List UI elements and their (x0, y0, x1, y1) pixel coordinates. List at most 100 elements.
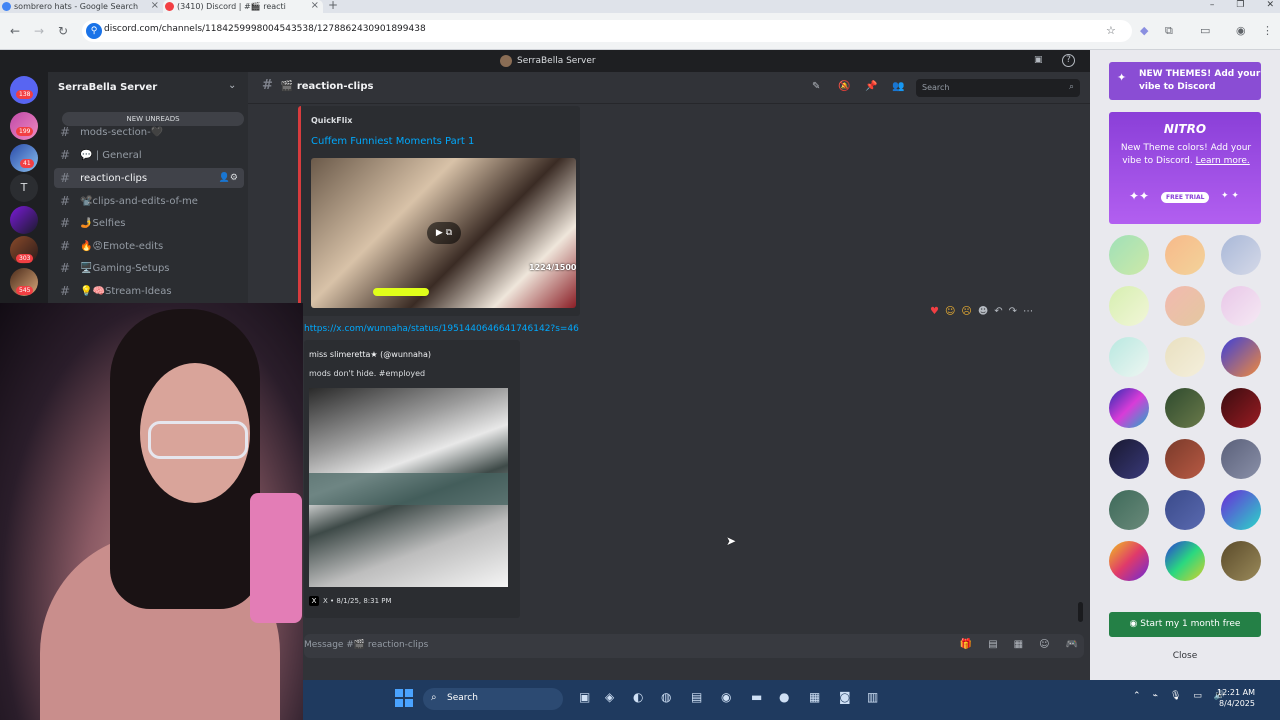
discord-icon[interactable]: ◙ (839, 690, 851, 704)
theme-color-swatch[interactable] (1221, 439, 1261, 479)
channel-reaction-clips[interactable]: # reaction-clips 👤⚙ (54, 168, 244, 188)
theme-color-swatch[interactable] (1165, 235, 1205, 275)
site-info-icon[interactable]: ⚲ (86, 23, 102, 39)
message-link[interactable]: https://x.com/wunnaha/status/19514406466… (304, 324, 579, 334)
minimize-icon[interactable]: – (1210, 0, 1215, 10)
profile-icon[interactable]: ◉ (1236, 24, 1246, 37)
video-thumbnail[interactable]: ▶ ⧉ 1224/1500 (311, 158, 576, 308)
gif-icon[interactable]: ▤ (988, 639, 997, 650)
chevron-down-icon[interactable]: ⌄ (228, 80, 236, 91)
theme-color-swatch[interactable] (1221, 388, 1261, 428)
theme-color-swatch[interactable] (1165, 541, 1205, 581)
extension-icon[interactable]: ◆ (1140, 24, 1148, 37)
reload-icon[interactable]: ↻ (58, 24, 68, 38)
theme-color-swatch[interactable] (1221, 286, 1261, 326)
theme-color-swatch[interactable] (1109, 490, 1149, 530)
teams-icon[interactable]: ▤ (691, 690, 702, 704)
reply-icon[interactable]: ↶ (994, 306, 1002, 317)
message-composer[interactable]: Message #🎬 reaction-clips 🎁 ▤ ▦ ☺ 🎮 (304, 634, 1084, 658)
calculator-icon[interactable]: ▦ (809, 690, 820, 704)
browser-tab-discord[interactable]: (3410) Discord | #🎬 reacti × (163, 0, 323, 13)
scrollbar-thumb[interactable] (1078, 602, 1083, 622)
channel-gaming-setups[interactable]: # 🖥️Gaming-Setups (54, 258, 244, 278)
taskbar-clock[interactable]: 12:21 AM 8/4/2025 (1217, 687, 1255, 709)
theme-color-swatch[interactable] (1221, 235, 1261, 275)
theme-color-swatch[interactable] (1165, 439, 1205, 479)
close-button[interactable]: Close (1109, 646, 1261, 666)
theme-color-swatch[interactable] (1109, 439, 1149, 479)
url-text[interactable]: discord.com/channels/1184259998004543538… (104, 24, 426, 34)
server-icon[interactable] (10, 206, 38, 234)
copilot-icon[interactable]: ◈ (605, 690, 614, 704)
laughing-reaction-icon[interactable]: ☺ (945, 306, 955, 317)
notepad-icon[interactable]: ▥ (867, 690, 878, 704)
edge-icon[interactable]: ◐ (633, 690, 643, 704)
windows-start-icon[interactable] (395, 689, 413, 707)
side-panel-icon[interactable]: ▭ (1200, 24, 1210, 37)
microphone-icon[interactable]: 🎙 (1170, 691, 1181, 701)
sticker-icon[interactable]: ▦ (1014, 639, 1023, 650)
channel-emote-edits[interactable]: # 🔥😡Emote-edits (54, 236, 244, 256)
server-name[interactable]: SerraBella Server (58, 82, 157, 93)
apps-icon[interactable]: 🎮 (1066, 639, 1078, 650)
task-view-icon[interactable]: ▣ (579, 690, 590, 704)
add-reaction-icon[interactable]: ☻ (978, 306, 988, 317)
theme-color-swatch[interactable] (1165, 388, 1205, 428)
obs-icon[interactable]: ● (779, 690, 789, 704)
theme-color-swatch[interactable] (1109, 337, 1149, 377)
theme-color-swatch[interactable] (1109, 286, 1149, 326)
help-icon[interactable]: ? (1062, 54, 1075, 67)
close-tab-icon[interactable]: × (151, 0, 159, 11)
server-icon-letter[interactable]: T (10, 174, 38, 202)
more-options-icon[interactable]: ⋯ (1023, 306, 1033, 317)
theme-color-swatch[interactable] (1109, 541, 1149, 581)
channel-stream-ideas[interactable]: # 💡🧠Stream-Ideas (54, 281, 244, 301)
learn-more-link[interactable]: Learn more. (1196, 156, 1250, 166)
close-window-icon[interactable]: ✕ (1266, 0, 1274, 10)
embed-image[interactable] (309, 388, 508, 587)
start-free-trial-button[interactable]: ◉ Start my 1 month free (1109, 612, 1261, 637)
gift-icon[interactable]: 🎁 (960, 639, 972, 650)
heart-reaction-icon[interactable]: ♥ (930, 306, 939, 317)
member-list-icon[interactable]: 👥 (892, 81, 904, 92)
theme-color-swatch[interactable] (1109, 235, 1149, 275)
restore-icon[interactable]: ❐ (1236, 0, 1244, 10)
chrome-icon[interactable]: ◉ (721, 690, 731, 704)
steam-icon[interactable]: ◍ (661, 690, 671, 704)
network-icon[interactable]: ⌁ (1153, 691, 1158, 701)
bookmark-star-icon[interactable]: ☆ (1106, 24, 1116, 37)
display-icon[interactable]: ▭ (1193, 691, 1202, 701)
theme-color-swatch[interactable] (1221, 337, 1261, 377)
embed-author[interactable]: miss slimeretta★ (@wunnaha) (309, 350, 431, 359)
pinned-messages-icon[interactable]: 📌 (865, 81, 877, 92)
channel-general[interactable]: # 💬 | General (54, 145, 244, 165)
crying-reaction-icon[interactable]: ☹ (961, 306, 971, 317)
theme-color-swatch[interactable] (1165, 337, 1205, 377)
back-icon[interactable]: ← (10, 24, 20, 38)
theme-color-swatch[interactable] (1165, 286, 1205, 326)
inbox-icon[interactable]: ▣ (1034, 55, 1043, 65)
chevron-up-icon[interactable]: ⌃ (1133, 691, 1141, 701)
taskbar-search-input[interactable]: ⌕ Search (423, 688, 563, 710)
theme-color-swatch[interactable] (1221, 541, 1261, 581)
new-themes-banner[interactable]: ✦ NEW THEMES! Add your vibe to Discord (1109, 62, 1261, 100)
close-tab-icon[interactable]: × (311, 0, 319, 11)
notification-bell-icon[interactable]: 🔕 (838, 81, 850, 92)
theme-color-swatch[interactable] (1109, 388, 1149, 428)
address-bar[interactable]: ⚲ discord.com/channels/11842599980045435… (82, 20, 1132, 42)
message-input[interactable]: Message #🎬 reaction-clips (304, 640, 428, 650)
threads-icon[interactable]: ✎ (812, 81, 820, 92)
theme-color-swatch[interactable] (1221, 490, 1261, 530)
extensions-puzzle-icon[interactable]: ⧉ (1165, 24, 1173, 38)
browser-tab-google[interactable]: sombrero hats - Google Search × (0, 0, 163, 13)
channel-clips-and-edits[interactable]: # 📽️clips-and-edits-of-me (54, 191, 244, 211)
menu-kebab-icon[interactable]: ⋮ (1262, 24, 1273, 37)
forward-icon[interactable]: ↷ (1009, 306, 1017, 317)
channel-selfies[interactable]: # 🤳Selfies (54, 213, 244, 233)
theme-color-swatch[interactable] (1165, 490, 1205, 530)
forward-icon[interactable]: → (34, 24, 44, 38)
channel-mods-section[interactable]: # mods-section-🖤 (54, 124, 244, 140)
play-icon[interactable]: ▶ ⧉ (427, 222, 461, 244)
file-explorer-icon[interactable]: ▬ (751, 690, 762, 704)
search-input[interactable]: Search ⌕ (916, 79, 1080, 97)
